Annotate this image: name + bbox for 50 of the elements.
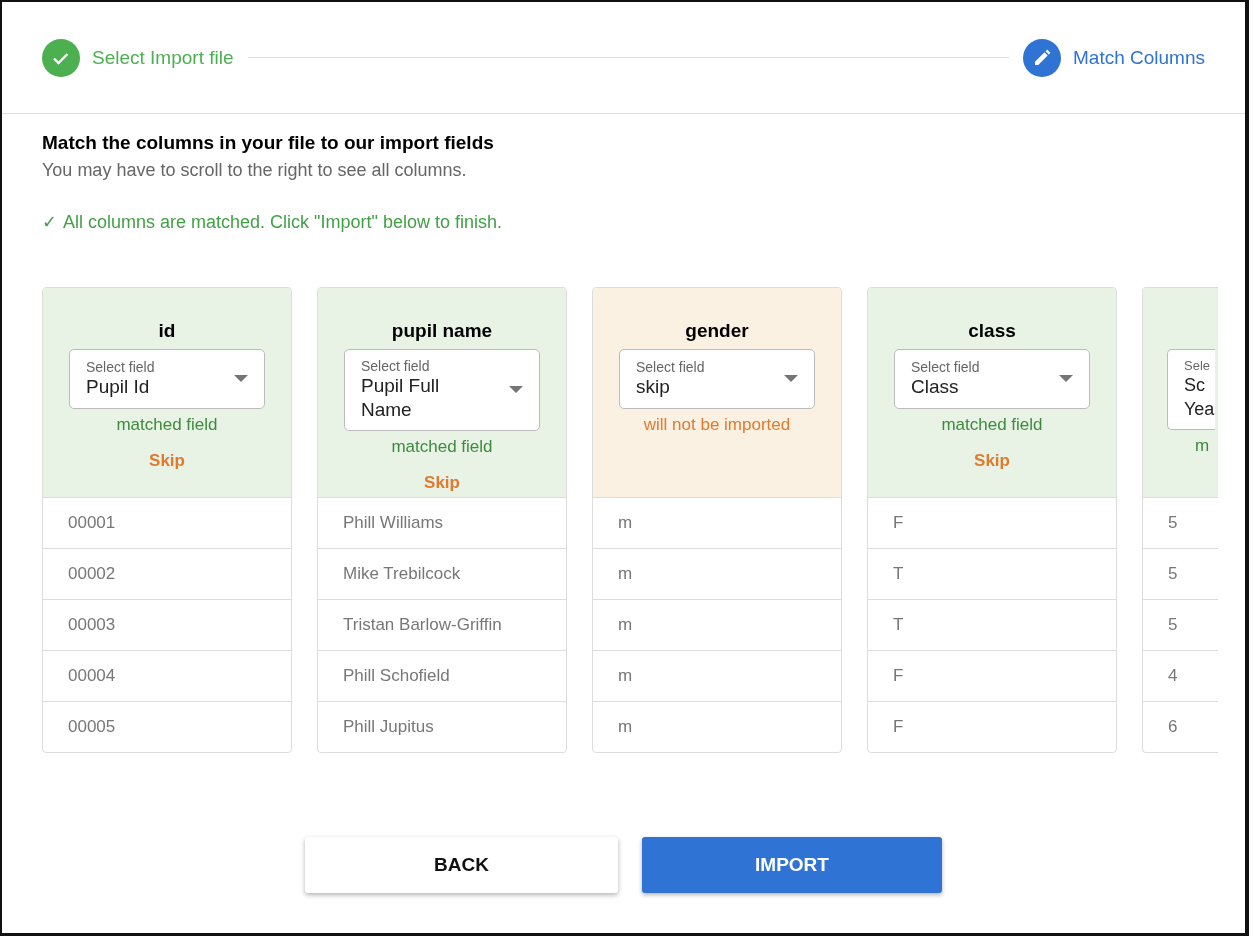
table-cell: F	[893, 513, 904, 533]
caret-icon	[784, 375, 798, 383]
status-text: m	[1194, 436, 1210, 456]
table-cell: F	[893, 666, 904, 686]
check-icon: ✓	[42, 211, 57, 233]
subheading: You may have to scroll to the right to see all columns.	[42, 160, 468, 181]
back-button[interactable]: BACK	[305, 837, 618, 893]
table-cell: T	[893, 564, 904, 584]
select-field[interactable]: Select field Class	[894, 349, 1090, 409]
select-field[interactable]: Select field Pupil Full Name	[344, 349, 540, 431]
table-cell: Mike Trebilcock	[343, 564, 461, 584]
table-cell: T	[893, 615, 904, 635]
table-cell: 00001	[68, 513, 116, 533]
caret-icon	[1059, 375, 1073, 383]
column-name: gender	[685, 320, 749, 341]
table-cell: m	[618, 615, 633, 635]
table-cell: m	[618, 513, 633, 533]
table-cell: Phill Schofield	[343, 666, 450, 686]
status-text: matched field	[941, 415, 1043, 435]
table-cell: 4	[1168, 666, 1178, 686]
table-cell: Phill Williams	[343, 513, 444, 533]
select-field[interactable]: Sele Sc Yea	[1167, 349, 1215, 430]
status-text: will not be imported	[643, 415, 791, 435]
select-field[interactable]: Select field Pupil Id	[69, 349, 265, 409]
import-button[interactable]: IMPORT	[642, 837, 942, 893]
table-cell: 00002	[68, 564, 116, 584]
caret-icon	[509, 386, 523, 394]
table-cell: Tristan Barlow-Griffin	[343, 615, 502, 635]
column-name: pupil name	[391, 320, 493, 341]
status-text: matched field	[116, 415, 218, 435]
step-label[interactable]: Match Columns	[1073, 46, 1205, 69]
table-cell: 5	[1168, 564, 1178, 584]
table-cell: m	[618, 717, 633, 737]
column-name: id	[158, 320, 176, 341]
table-cell: 00004	[68, 666, 116, 686]
select-field[interactable]: Select field skip	[619, 349, 815, 409]
table-cell: m	[618, 666, 633, 686]
table-cell: 00005	[68, 717, 116, 737]
success-message: All columns are matched. Click "Import" below to finish.	[63, 211, 502, 233]
table-cell: 6	[1168, 717, 1178, 737]
table-cell: Phill Jupitus	[343, 717, 434, 737]
table-cell: 5	[1168, 615, 1178, 635]
table-cell: F	[893, 717, 904, 737]
caret-icon	[234, 375, 248, 383]
heading: Match the columns in your file to our import fields	[42, 132, 495, 154]
table-cell: 5	[1168, 513, 1178, 533]
table-cell: 00003	[68, 615, 116, 635]
status-text: matched field	[391, 437, 493, 457]
table-cell: m	[618, 564, 633, 584]
column-name: class	[968, 320, 1016, 341]
